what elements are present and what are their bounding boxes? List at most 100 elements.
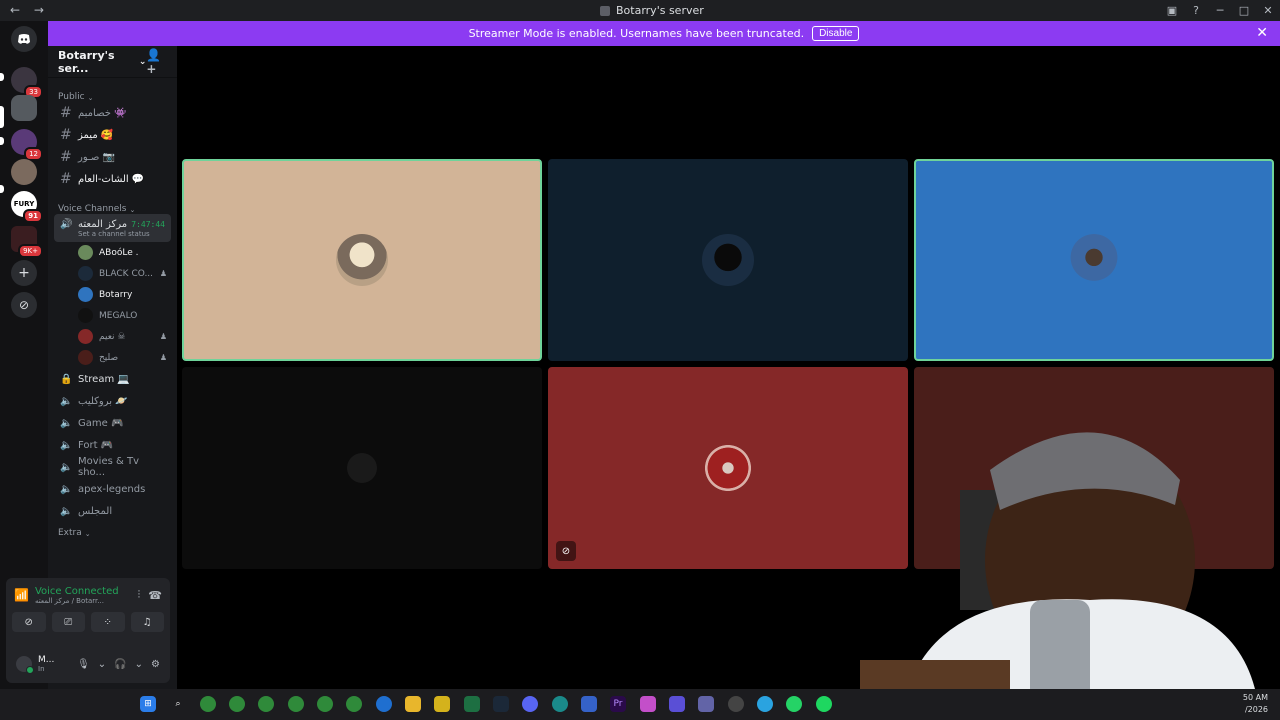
voice-channel[interactable]: 🔈 بروكليب 🪐 [48, 390, 177, 412]
unread-pill [0, 185, 4, 193]
window-title: Botarry's server [600, 4, 704, 17]
category-public[interactable]: Public ⌄ [48, 78, 177, 102]
voice-channel[interactable]: 🔈 المجلس [48, 500, 177, 522]
screen-share-button[interactable]: ⎚ [51, 612, 85, 632]
server-header[interactable]: Botarry's ser... ⌄ 👤+ [48, 46, 177, 78]
camera-button[interactable]: ⊘ [12, 612, 46, 632]
chrome-icon[interactable] [258, 696, 274, 712]
taskbar: ⊞ ⌕ Pr 50 AM /2026 [0, 689, 1280, 720]
category-voice[interactable]: Voice Channels ⌄ [48, 190, 177, 214]
close-banner-icon[interactable]: ✕ [1256, 25, 1268, 41]
gallery-icon[interactable] [640, 696, 656, 712]
add-server-icon[interactable]: + [11, 260, 37, 286]
text-channel[interactable]: # صـور 📷 [48, 146, 177, 168]
chrome-icon[interactable] [229, 696, 245, 712]
text-channel[interactable]: # ميمز 🥰 [48, 124, 177, 146]
tile-megalo[interactable] [182, 367, 542, 569]
edge-icon[interactable] [376, 696, 392, 712]
voice-user[interactable]: Botarry [48, 284, 177, 305]
maximize-button[interactable]: □ [1232, 0, 1256, 21]
settings-gear-icon[interactable]: ⚙ [151, 659, 160, 670]
banner-message: Streamer Mode is enabled. Usernames have… [468, 27, 805, 40]
chrome-icon[interactable] [346, 696, 362, 712]
avatar [1068, 234, 1120, 286]
server-3-icon[interactable]: 12 [11, 129, 43, 161]
voice-user[interactable]: MEGALO [48, 305, 177, 326]
voice-channel[interactable]: 🔈 apex-legends [48, 478, 177, 500]
help-icon[interactable]: ? [1184, 0, 1208, 21]
inbox-icon[interactable]: ▣ [1160, 0, 1184, 21]
window-title-text: Botarry's server [616, 4, 704, 17]
forward-button[interactable]: → [34, 3, 44, 17]
chrome-icon[interactable] [728, 696, 744, 712]
chrome-icon[interactable] [317, 696, 333, 712]
file-explorer-icon[interactable] [405, 696, 421, 712]
telegram-icon[interactable] [757, 696, 773, 712]
voice-location[interactable]: مركز المعته / Botarr... [35, 597, 130, 605]
server-4-icon[interactable] [11, 159, 37, 185]
back-button[interactable]: ← [10, 3, 20, 17]
system-clock[interactable]: 50 AM /2026 [1243, 692, 1268, 716]
avatar [78, 308, 93, 323]
tile-black-co[interactable] [548, 159, 908, 361]
disconnect-icon[interactable]: ☎ [148, 589, 162, 602]
spotify-icon[interactable] [816, 696, 832, 712]
chrome-icon[interactable] [288, 696, 304, 712]
server-1-icon[interactable]: 33 [11, 67, 43, 99]
clock-date: /2026 [1244, 705, 1268, 714]
voice-user[interactable]: BLACK CO... ♟ [48, 263, 177, 284]
excel-icon[interactable] [464, 696, 480, 712]
channel-status[interactable]: Set a channel status [60, 230, 165, 238]
teams-icon[interactable] [698, 696, 714, 712]
noise-suppression-icon[interactable]: ⫶ [138, 588, 141, 602]
discord-icon[interactable] [522, 696, 538, 712]
discover-icon[interactable]: ⊘ [11, 292, 37, 318]
microphone-icon[interactable]: 🎙 [77, 659, 90, 670]
avatar [78, 350, 93, 365]
server-folder-icon[interactable]: 9K+ [11, 226, 43, 258]
minimize-button[interactable]: ─ [1208, 0, 1232, 21]
voice-user[interactable]: نعيم ☠ ♟ [48, 326, 177, 347]
voice-channel-stream[interactable]: 🔒 Stream 💻 [48, 368, 177, 390]
headphones-icon[interactable]: 🎧 [114, 659, 126, 670]
photos-icon[interactable] [581, 696, 597, 712]
home-icon[interactable] [11, 26, 37, 52]
window-controls: ▣ ? ─ □ ✕ [1160, 0, 1280, 21]
add-member-icon[interactable]: 👤+ [146, 48, 167, 76]
avatar [702, 442, 754, 494]
fury-server-icon[interactable]: FURY 91 [11, 191, 43, 223]
chevron-down-icon[interactable]: ⌄ [135, 659, 143, 670]
disable-streamer-button[interactable]: Disable [812, 26, 860, 41]
voice-connected-label[interactable]: Voice Connected [35, 586, 130, 597]
voice-channel[interactable]: 🔈 Game 🎮 [48, 412, 177, 434]
soundboard-button[interactable]: ♫ [130, 612, 164, 632]
chrome-icon[interactable] [200, 696, 216, 712]
tile-aboole[interactable] [182, 159, 542, 361]
voice-channel[interactable]: 🔈 Fort 🎮 [48, 434, 177, 456]
edge-dev-icon[interactable] [552, 696, 568, 712]
apps-icon[interactable] [669, 696, 685, 712]
tile-botarry[interactable] [914, 159, 1274, 361]
premiere-icon[interactable]: Pr [610, 696, 626, 712]
server-2-icon[interactable] [11, 95, 37, 121]
avatar[interactable] [16, 656, 34, 674]
steam-icon[interactable] [493, 696, 509, 712]
lock-icon: 🔒 [60, 373, 73, 385]
close-window-button[interactable]: ✕ [1256, 0, 1280, 21]
text-channel[interactable]: # خصامبم 👾 [48, 102, 177, 124]
search-icon[interactable]: ⌕ [170, 696, 186, 712]
voice-user[interactable]: ABoóLe . [48, 242, 177, 263]
activities-button[interactable]: ⁘ [91, 612, 125, 632]
avatar [336, 234, 388, 286]
windows-start-icon[interactable]: ⊞ [140, 696, 156, 712]
voice-user[interactable]: صليح ♟ [48, 347, 177, 368]
active-voice-channel[interactable]: 🔊 مركز المعته 7:47:44 Set a channel stat… [54, 214, 171, 242]
whatsapp-icon[interactable] [786, 696, 802, 712]
speaker-icon: 🔊 [60, 218, 73, 230]
category-extra[interactable]: Extra ⌄ [48, 522, 177, 538]
voice-channel[interactable]: 🔈 Movies & Tv sho... [48, 456, 177, 478]
signal-icon[interactable]: 📶 [14, 588, 29, 602]
notes-icon[interactable] [434, 696, 450, 712]
text-channel[interactable]: # الشات-العام 💬 [48, 168, 177, 190]
chevron-down-icon[interactable]: ⌄ [98, 659, 106, 670]
